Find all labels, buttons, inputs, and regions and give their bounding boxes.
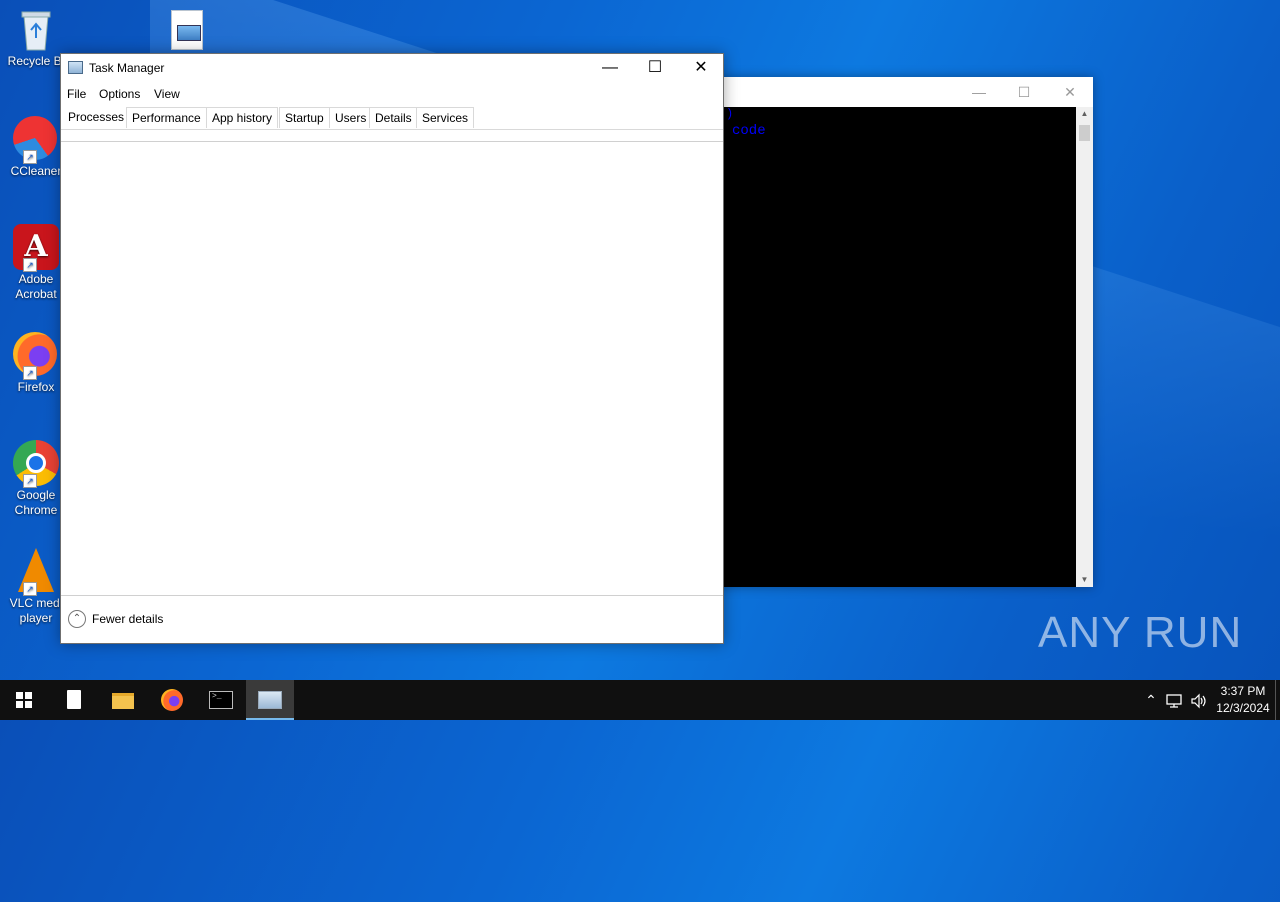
tab-users[interactable]: Users xyxy=(329,107,373,128)
menu-bar: File Options View xyxy=(61,84,723,104)
anyrun-watermark: ANY RUN xyxy=(1038,608,1243,657)
vlc-icon: ↗ xyxy=(13,548,59,596)
task-manager-icon xyxy=(68,61,83,74)
menu-file[interactable]: File xyxy=(67,87,86,101)
clock[interactable]: 3:37 PM 12/3/2024 xyxy=(1212,683,1274,717)
window-title: Task Manager xyxy=(89,61,165,75)
scroll-thumb[interactable] xyxy=(1079,125,1090,141)
network-icon[interactable] xyxy=(1163,680,1185,720)
console-titlebar[interactable]: — ☐ ✕ xyxy=(712,77,1093,107)
clock-time: 3:37 PM xyxy=(1220,684,1266,698)
taskbar-file[interactable] xyxy=(50,680,98,720)
tab-performance[interactable]: Performance xyxy=(126,107,207,128)
console-scrollbar[interactable]: ▲ ▼ xyxy=(1076,107,1093,587)
content-divider xyxy=(61,141,723,142)
image-file-icon[interactable] xyxy=(171,10,203,50)
console-line: code xyxy=(732,123,766,139)
task-manager-icon xyxy=(258,691,282,709)
shortcut-arrow-icon: ↗ xyxy=(23,366,37,380)
minimize-button[interactable]: — xyxy=(587,54,633,84)
shortcut-arrow-icon: ↗ xyxy=(23,150,37,164)
file-icon xyxy=(67,690,81,709)
ccleaner-icon: ↗ xyxy=(13,116,59,164)
chevron-up-icon[interactable]: ⌃ xyxy=(68,610,86,628)
task-manager-footer: ⌃ Fewer details xyxy=(61,595,723,644)
show-desktop-button[interactable] xyxy=(1275,680,1280,720)
taskbar-firefox[interactable] xyxy=(148,680,196,720)
scroll-up-icon[interactable]: ▲ xyxy=(1076,107,1093,121)
start-button[interactable] xyxy=(0,680,48,720)
firefox-icon: ↗ xyxy=(13,332,59,380)
show-hidden-icons-chevron-icon[interactable]: ⌃ xyxy=(1141,680,1161,720)
tab-startup[interactable]: Startup xyxy=(279,107,330,128)
desktop: Recycle Bi ↗ CCleaner A ↗ Adobe Acrobat ↗… xyxy=(0,0,1280,902)
shortcut-arrow-icon: ↗ xyxy=(23,582,37,596)
recycle-bin-icon xyxy=(16,8,56,52)
tab-details[interactable]: Details xyxy=(369,107,418,128)
desktop-icon-label: Google Chrome xyxy=(14,488,58,517)
scroll-down-icon[interactable]: ▼ xyxy=(1076,573,1093,587)
taskbar-task-manager[interactable] xyxy=(246,680,294,720)
shortcut-arrow-icon: ↗ xyxy=(23,474,37,488)
volume-icon[interactable] xyxy=(1188,680,1210,720)
menu-options[interactable]: Options xyxy=(99,87,140,101)
taskbar-file-explorer[interactable] xyxy=(99,680,147,720)
adobe-acrobat-icon: A ↗ xyxy=(13,224,59,272)
close-button[interactable]: ✕ xyxy=(678,54,724,84)
close-icon[interactable]: ✕ xyxy=(1047,77,1093,107)
desktop-icon-label: Adobe Acrobat xyxy=(15,272,57,301)
start-icon xyxy=(16,692,32,708)
tab-services[interactable]: Services xyxy=(416,107,475,128)
shortcut-arrow-icon: ↗ xyxy=(23,258,37,272)
taskbar-cmd[interactable]: >_ xyxy=(197,680,245,720)
firefox-icon xyxy=(161,689,183,711)
maximize-button[interactable]: ☐ xyxy=(632,54,678,84)
chrome-icon: ↗ xyxy=(13,440,59,488)
tab-processes[interactable]: Processes xyxy=(63,107,130,128)
tab-app-history[interactable]: App history xyxy=(206,107,279,128)
cmd-icon: >_ xyxy=(209,691,233,709)
menu-view[interactable]: View xyxy=(154,87,180,101)
console-window[interactable]: — ☐ ✕ ) code ▲ ▼ xyxy=(712,77,1093,587)
console-line: ) xyxy=(726,107,734,121)
minimize-icon[interactable]: — xyxy=(956,77,1002,107)
task-manager-titlebar[interactable]: Task Manager — ☐ ✕ xyxy=(61,54,723,84)
clock-date: 12/3/2024 xyxy=(1216,701,1270,715)
tab-strip: Processes Performance App history Startu… xyxy=(61,107,723,130)
task-manager-window[interactable]: Task Manager — ☐ ✕ File Options View Pro… xyxy=(60,53,724,644)
fewer-details-link[interactable]: Fewer details xyxy=(92,612,163,626)
maximize-icon[interactable]: ☐ xyxy=(1001,77,1047,107)
desktop-icon-label: VLC medi player xyxy=(9,596,63,625)
taskbar: >_ ⌃ 3:37 PM 12/3/2024 xyxy=(0,680,1280,720)
file-explorer-icon xyxy=(112,693,134,709)
console-output[interactable]: ) code xyxy=(712,107,1076,587)
